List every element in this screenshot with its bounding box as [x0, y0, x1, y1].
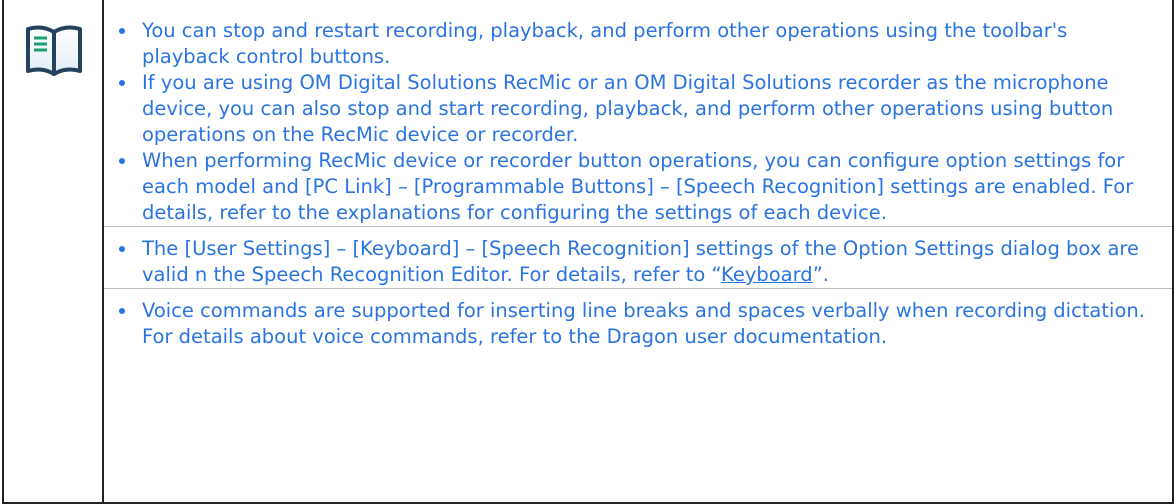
bullet-group-3: Voice commands are supported for inserti… [104, 288, 1172, 350]
note-icon-cell [4, 0, 104, 502]
bullet-item: Voice commands are supported for inserti… [104, 298, 1172, 350]
note-content-cell: You can stop and restart recording, play… [104, 0, 1172, 502]
bullet-item: When performing RecMic device or recorde… [104, 148, 1172, 226]
book-icon [26, 25, 82, 76]
bullet-item: If you are using OM Digital Solutions Re… [104, 70, 1172, 148]
note-table: You can stop and restart recording, play… [2, 0, 1174, 504]
bullet-group-2: The [User Settings] – [Keyboard] – [Spee… [104, 226, 1172, 288]
bullet-group-1: You can stop and restart recording, play… [104, 0, 1172, 226]
keyboard-link[interactable]: Keyboard [721, 263, 813, 286]
bullet-item: The [User Settings] – [Keyboard] – [Spee… [104, 236, 1172, 288]
bullet-text: ”. [812, 263, 829, 286]
bullet-text: The [User Settings] – [Keyboard] – [Spee… [142, 237, 1140, 286]
bullet-item: You can stop and restart recording, play… [104, 18, 1172, 70]
